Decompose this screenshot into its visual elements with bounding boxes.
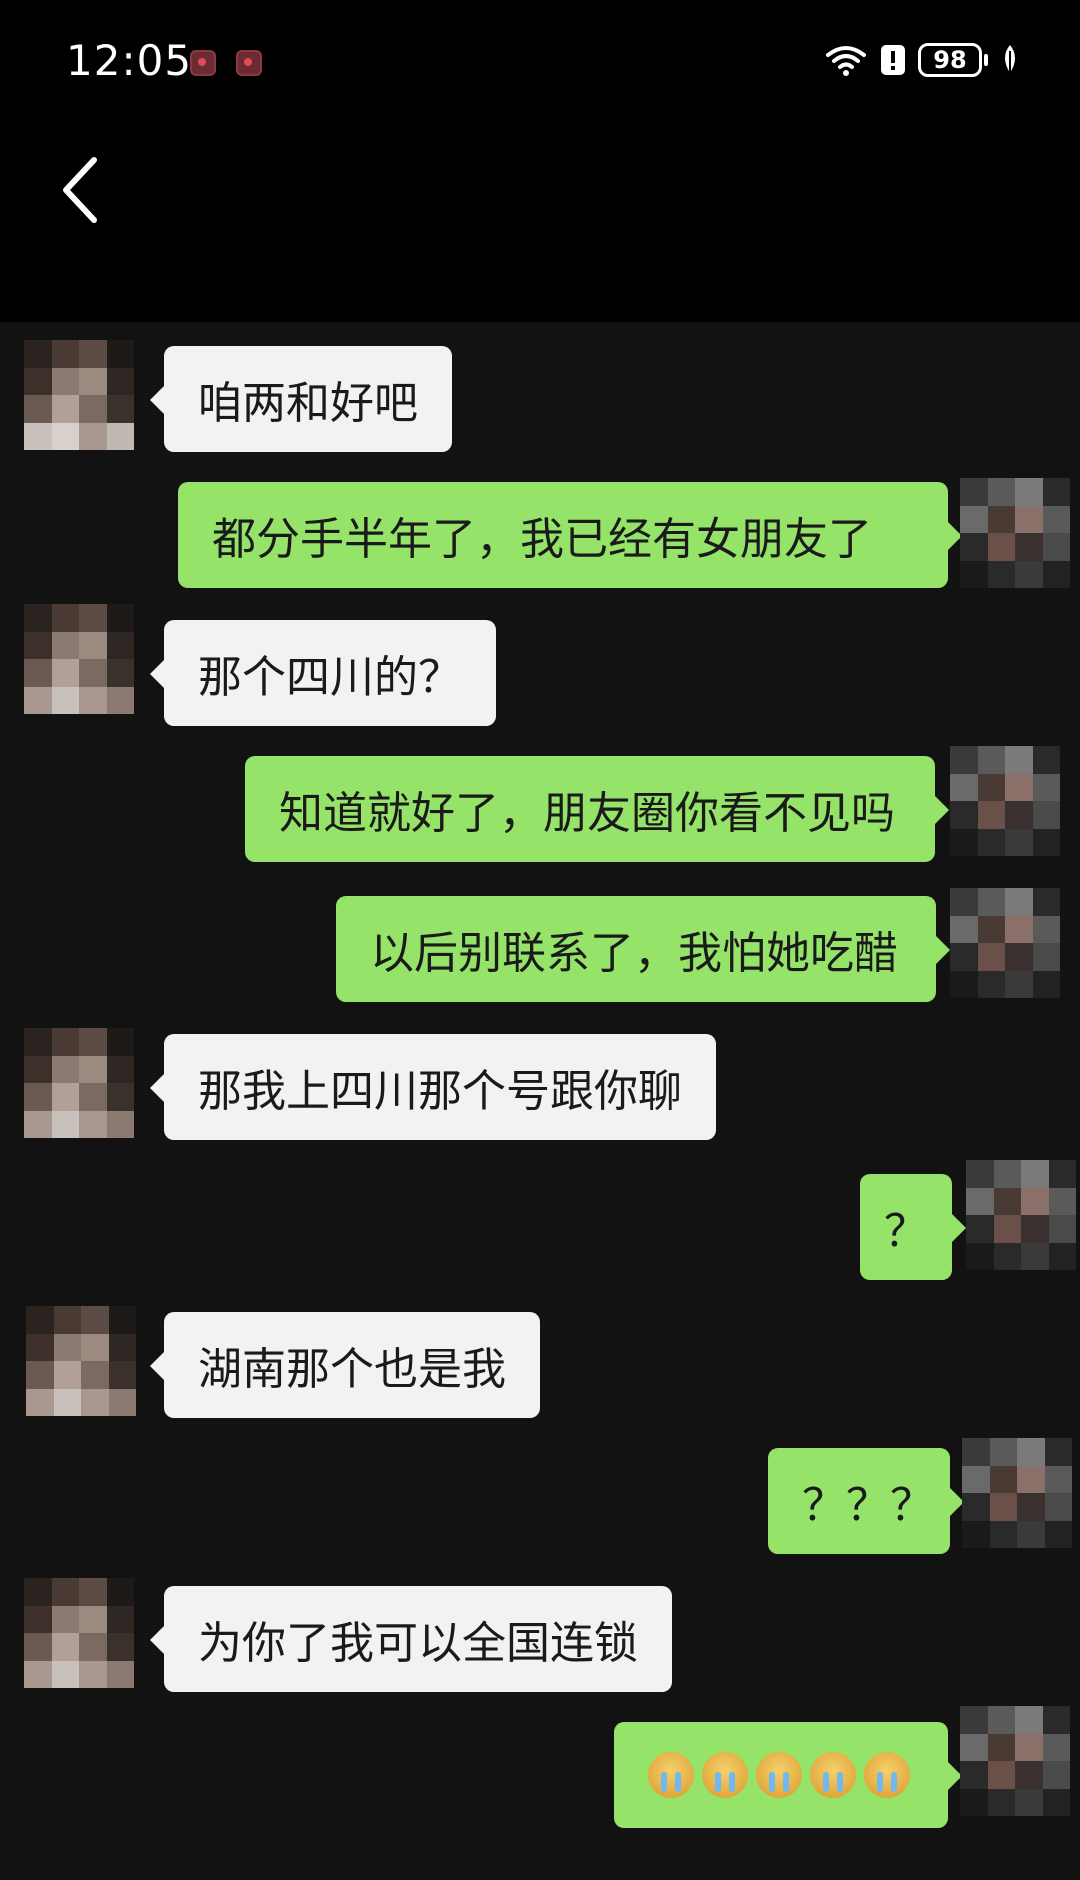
message-bubble-outgoing[interactable]: 都分手半年了，我已经有女朋友了 <box>178 482 962 588</box>
back-button[interactable] <box>50 150 110 230</box>
message-text: 为你了我可以全国连锁 <box>198 1618 638 1669</box>
avatar[interactable] <box>950 888 1060 998</box>
alert-icon <box>881 45 905 75</box>
battery-icon: 98 <box>918 43 982 77</box>
avatar[interactable] <box>960 1706 1070 1816</box>
battery-cap <box>984 54 988 66</box>
battery-level: 98 <box>933 46 967 74</box>
message-text: 咱两和好吧 <box>198 378 418 429</box>
crying-face-icon <box>756 1752 802 1798</box>
avatar[interactable] <box>24 604 134 714</box>
message-text: 湖南那个也是我 <box>198 1344 506 1395</box>
status-icons: 98 <box>824 40 1020 80</box>
message-text: 那我上四川那个号跟你聊 <box>198 1066 682 1117</box>
message-text: 以后别联系了，我怕她吃醋 <box>370 928 898 979</box>
crying-face-icon <box>702 1752 748 1798</box>
message-bubble-incoming[interactable]: 咱两和好吧 <box>150 346 452 452</box>
emoji-row <box>648 1752 910 1798</box>
avatar[interactable] <box>950 746 1060 856</box>
message-text: ？？？ <box>802 1480 934 1531</box>
avatar[interactable] <box>26 1306 136 1416</box>
message-bubble-incoming[interactable]: 湖南那个也是我 <box>150 1312 540 1418</box>
message-bubble-incoming[interactable]: 那我上四川那个号跟你聊 <box>150 1034 716 1140</box>
avatar[interactable] <box>24 1578 134 1688</box>
crying-face-icon <box>864 1752 910 1798</box>
status-bar: 12:05 98 <box>0 0 1080 120</box>
status-time: 12:05 <box>66 36 193 85</box>
wifi-icon <box>826 46 866 76</box>
avatar[interactable] <box>24 340 134 450</box>
message-text: ？ <box>884 1206 928 1257</box>
message-text: 都分手半年了，我已经有女朋友了 <box>212 514 872 565</box>
crying-face-icon <box>648 1752 694 1798</box>
avatar[interactable] <box>24 1028 134 1138</box>
leaf-icon <box>1005 45 1015 75</box>
message-bubble-outgoing[interactable]: 以后别联系了，我怕她吃醋 <box>336 896 950 1002</box>
avatar[interactable] <box>966 1160 1076 1270</box>
avatar[interactable] <box>960 478 1070 588</box>
message-bubble-incoming[interactable]: 为你了我可以全国连锁 <box>150 1586 672 1692</box>
crying-face-icon <box>810 1752 856 1798</box>
notification-icon <box>190 50 216 76</box>
notification-icon <box>236 50 262 76</box>
message-text: 知道就好了，朋友圈你看不见吗 <box>279 788 895 839</box>
message-bubble-outgoing[interactable] <box>614 1722 962 1828</box>
message-bubble-outgoing[interactable]: ？？？ <box>768 1448 964 1554</box>
message-bubble-outgoing[interactable]: ？ <box>860 1174 966 1280</box>
chevron-left-icon <box>63 157 97 223</box>
message-bubble-outgoing[interactable]: 知道就好了，朋友圈你看不见吗 <box>245 756 949 862</box>
avatar[interactable] <box>962 1438 1072 1548</box>
message-text: 那个四川的？ <box>198 652 462 703</box>
chat-area[interactable]: 咱两和好吧 都分手半年了，我已经有女朋友了 那个四川的？ 知道就好了，朋友圈你看… <box>0 322 1080 1880</box>
message-bubble-incoming[interactable]: 那个四川的？ <box>150 620 496 726</box>
